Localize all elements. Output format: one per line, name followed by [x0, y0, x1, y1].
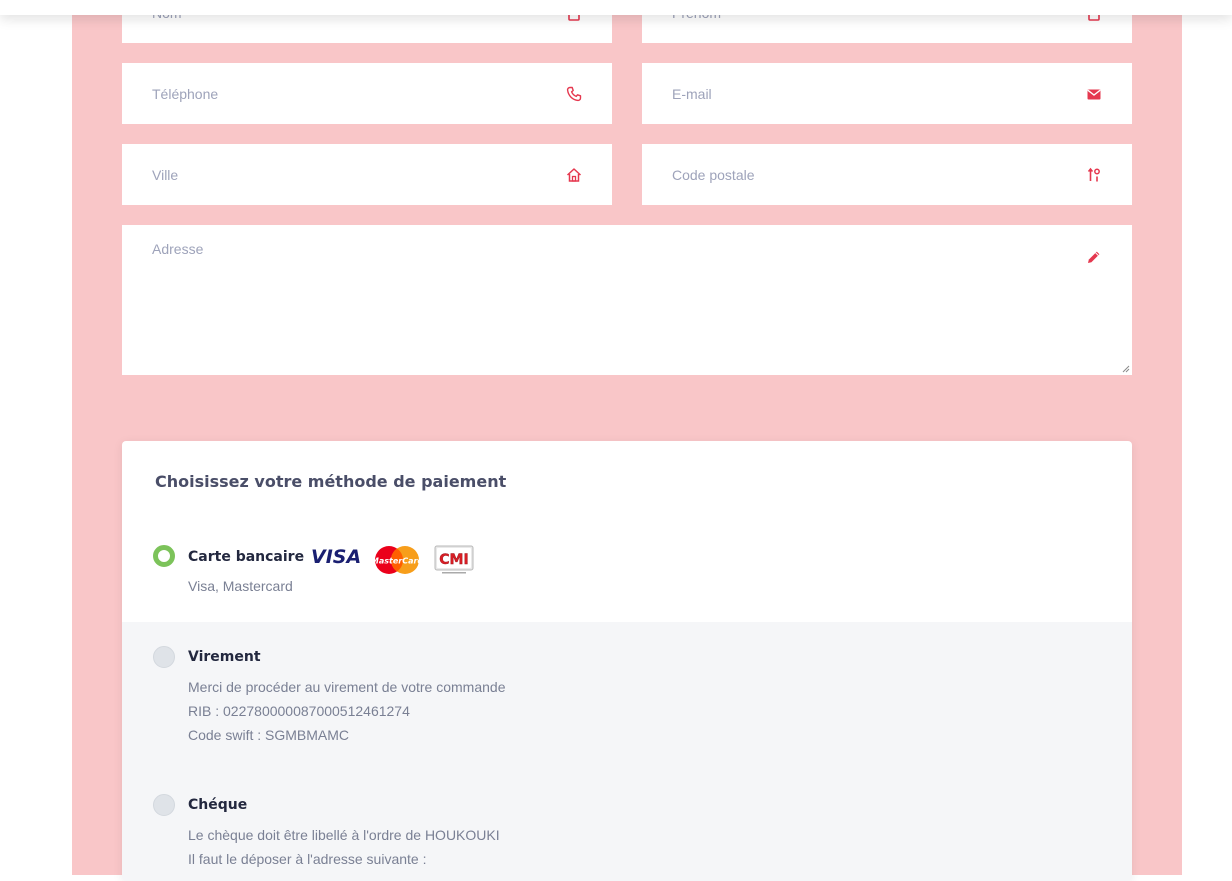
radio-cheque[interactable] [153, 794, 175, 816]
carte-bancaire-description: Visa, Mastercard [188, 578, 293, 594]
code-postal-field [642, 144, 1132, 205]
adresse-field [122, 225, 1132, 375]
cheque-line-2: Il faut le déposer à l'adresse suivante … [188, 851, 427, 867]
carte-bancaire-label: Carte bancaire [188, 549, 305, 565]
email-field [642, 63, 1132, 124]
pencil-icon [1088, 251, 1100, 263]
ville-input[interactable] [152, 144, 552, 205]
radio-carte-bancaire[interactable] [153, 545, 175, 567]
mastercard-logo: MasterCard [372, 546, 422, 574]
other-payment-options: Virement Merci de procéder au virement d… [122, 622, 1132, 881]
adresse-textarea[interactable] [152, 241, 1072, 361]
top-header-bar [0, 0, 1232, 15]
envelope-icon [1087, 89, 1101, 99]
virement-line-1: Merci de procéder au virement de votre c… [188, 679, 506, 695]
email-input[interactable] [672, 63, 1072, 124]
cheque-label: Chéque [188, 797, 248, 813]
payment-method-card: Choisissez votre méthode de paiement Car… [122, 441, 1132, 881]
cheque-line-1: Le chèque doit être libellé à l'ordre de… [188, 827, 500, 843]
virement-rib: RIB : 022780000087000512461274 [188, 703, 410, 719]
sort-numeric-icon [1087, 167, 1100, 181]
phone-icon [566, 86, 582, 101]
telephone-field [122, 63, 612, 124]
code-postal-input[interactable] [672, 144, 1072, 205]
virement-label: Virement [188, 649, 261, 665]
visa-logo-text: VISA [311, 546, 361, 567]
mastercard-logo-text: MasterCard [372, 557, 422, 566]
visa-logo: VISA [311, 546, 361, 567]
cmi-logo: CMI [434, 545, 474, 574]
virement-swift: Code swift : SGMBMAMC [188, 727, 350, 743]
payment-title: Choisissez votre méthode de paiement [155, 472, 507, 491]
ville-field [122, 144, 612, 205]
cmi-logo-text: CMI [439, 552, 468, 568]
telephone-input[interactable] [152, 63, 552, 124]
radio-virement[interactable] [153, 646, 175, 668]
home-icon [566, 167, 582, 182]
resize-handle[interactable] [1122, 365, 1130, 373]
